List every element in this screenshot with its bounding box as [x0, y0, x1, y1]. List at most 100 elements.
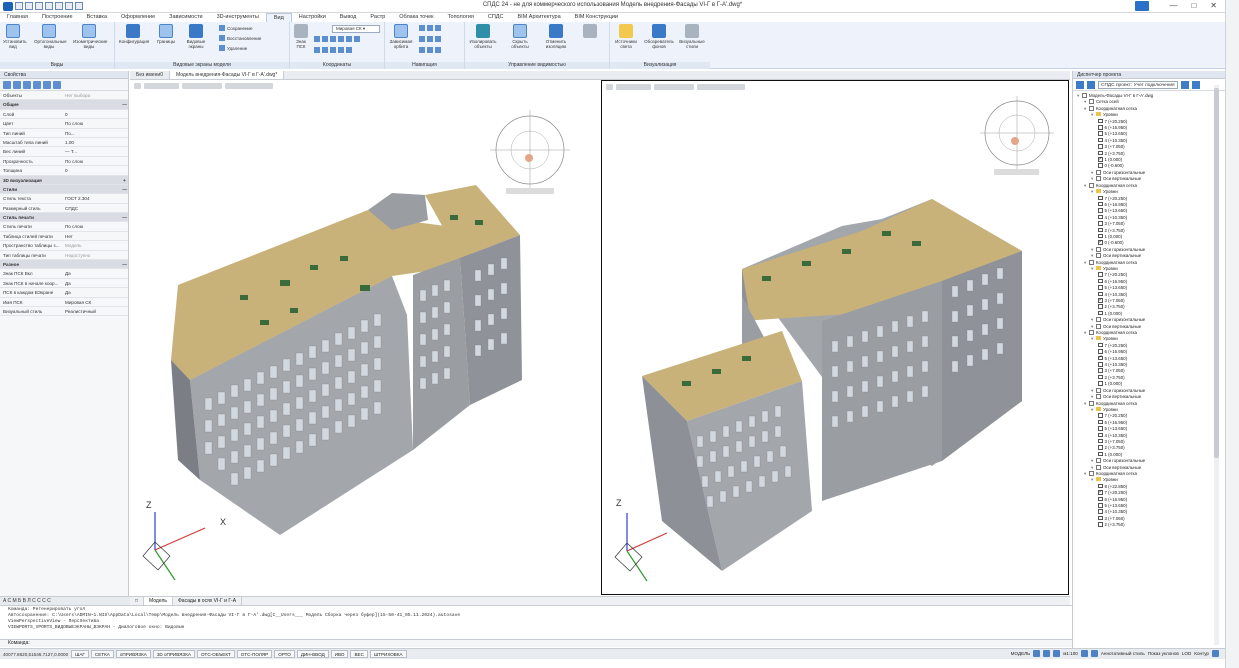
property-value[interactable]: 0	[62, 110, 128, 118]
restore-view-button[interactable]: Восстановление	[219, 35, 261, 41]
property-value[interactable]: Да	[62, 288, 128, 296]
scale-select[interactable]: м1:100	[1063, 651, 1078, 656]
help-icon[interactable]	[1135, 1, 1149, 11]
property-row[interactable]: Размерный стиль СПДС	[0, 204, 128, 214]
ribbon-tab[interactable]: Вывод	[333, 13, 364, 22]
ribbon-tab[interactable]: Вид	[265, 13, 292, 22]
level-checkbox[interactable]	[1098, 272, 1103, 277]
status-toggle-button[interactable]: ОРТО	[274, 650, 295, 658]
property-row[interactable]: ПСК в каждом ВЭкране Да	[0, 288, 128, 298]
ribbon-tab[interactable]: BIM Конструкции	[568, 13, 625, 22]
level-checkbox[interactable]	[1098, 419, 1103, 425]
project-filter-select[interactable]: СПДС проект: Учет подключения	[1098, 80, 1178, 89]
hide-button[interactable]: Скрыть объекты	[507, 24, 533, 49]
delete-view-button[interactable]: Удаление	[219, 45, 247, 51]
isolate-button[interactable]: Изолировать объекты	[468, 24, 498, 49]
projection-button[interactable]	[225, 83, 273, 89]
level-checkbox[interactable]	[1098, 445, 1103, 450]
property-value[interactable]: Реалистичный	[62, 307, 128, 315]
ribbon-tab[interactable]: Зависимости	[162, 13, 209, 22]
config-button[interactable]: Конфигурация	[119, 24, 149, 44]
view-name-button[interactable]	[616, 84, 651, 90]
level-checkbox[interactable]	[1098, 515, 1103, 521]
vp-screens-button[interactable]: Видовые экраны	[183, 24, 209, 49]
status-toggle-button[interactable]: ВЕС	[350, 650, 368, 658]
level-checkbox[interactable]	[1098, 214, 1103, 220]
level-checkbox[interactable]	[1098, 381, 1103, 386]
property-value[interactable]: — Т...	[62, 147, 128, 155]
viewport-left[interactable]: Z X	[130, 80, 599, 595]
property-row[interactable]: Объекты Нет выбора	[0, 91, 128, 101]
ucs-select[interactable]: Мировая СК ▾	[332, 25, 380, 33]
status-toggle-button[interactable]: ИВО	[330, 650, 349, 658]
property-row[interactable]: Стиль печати По слою	[0, 222, 128, 232]
property-section[interactable]: Разное —	[0, 260, 128, 270]
ribbon-tab[interactable]: BIM Архитектура	[511, 13, 568, 22]
level-checkbox[interactable]	[1098, 221, 1103, 226]
quick-select-icon[interactable]	[23, 81, 31, 89]
property-value[interactable]: —	[118, 185, 128, 193]
property-value[interactable]: 0	[62, 166, 128, 174]
level-checkbox[interactable]	[1098, 208, 1103, 213]
level-checkbox[interactable]	[1098, 125, 1103, 130]
zoom-icon[interactable]	[1080, 650, 1088, 657]
compass-widget[interactable]	[980, 96, 1054, 175]
level-checkbox[interactable]	[1098, 438, 1103, 444]
nav-tools-row[interactable]	[419, 25, 443, 31]
funnel-icon[interactable]	[53, 81, 61, 89]
ribbon-tab[interactable]: Растр	[363, 13, 392, 22]
orbit-button[interactable]: Зависимая орбита	[388, 24, 414, 49]
nav-tools-row-3[interactable]	[419, 47, 443, 53]
level-checkbox[interactable]	[1098, 150, 1103, 156]
level-checkbox[interactable]	[1098, 304, 1103, 309]
lights-button[interactable]: Источники света	[613, 24, 639, 49]
ribbon-tab[interactable]: Облака точек	[392, 13, 440, 22]
ribbon-tab[interactable]: Оформление	[114, 13, 162, 22]
status-toggle-button[interactable]: ОТС-ОБЪЕКТ	[196, 650, 235, 658]
property-row[interactable]: Визуальный стиль Реалистичный	[0, 307, 128, 317]
ucs-icon-button[interactable]: Знак ПСК	[293, 24, 309, 49]
property-value[interactable]: По слою	[62, 222, 128, 230]
ribbon-tab[interactable]: 3D-инструменты	[210, 13, 266, 22]
property-row[interactable]: Тип таблицы печати Недоступно	[0, 251, 128, 261]
property-row[interactable]: Пространство таблицы с... Модель	[0, 241, 128, 251]
property-value[interactable]: По слою	[62, 157, 128, 165]
level-checkbox[interactable]	[1098, 118, 1103, 124]
minimize-button[interactable]: —	[1169, 1, 1177, 10]
layers-icon[interactable]	[1043, 650, 1051, 657]
ribbon-tab[interactable]: Построение	[35, 13, 80, 22]
level-checkbox[interactable]	[1098, 349, 1103, 354]
level-checkbox[interactable]	[1098, 483, 1103, 489]
ucs-tools-row-2[interactable]	[314, 47, 354, 53]
set-view-button[interactable]: Установить вид	[3, 24, 27, 49]
status-toggle-button[interactable]: ОТС-ПОЛЯР	[236, 650, 273, 658]
property-row[interactable]: Знак ПСК Вкл Да	[0, 269, 128, 279]
property-row[interactable]: Имя ПСК Мировая СК	[0, 298, 128, 307]
level-checkbox[interactable]	[1098, 368, 1103, 373]
lod-toggle[interactable]: LOD	[1182, 651, 1191, 656]
level-checkbox[interactable]	[1098, 278, 1103, 284]
visual-style-button[interactable]	[654, 84, 694, 90]
layer-icon[interactable]	[43, 81, 51, 89]
property-value[interactable]: Модель	[62, 241, 128, 249]
property-value[interactable]: ГОСТ 2.304	[62, 194, 128, 202]
iso-views-button[interactable]: Изометрические виды	[73, 24, 107, 49]
property-row[interactable]: Стиль текста ГОСТ 2.304	[0, 194, 128, 204]
property-value[interactable]: Да	[62, 269, 128, 277]
viewport-menu-button[interactable]	[606, 84, 613, 90]
ucs-tools-row[interactable]	[314, 36, 362, 42]
viewport-right[interactable]: Z	[601, 80, 1069, 595]
ribbon-tab[interactable]: Настройки	[292, 13, 333, 22]
visibility-extra-button[interactable]	[580, 24, 600, 39]
status-toggle-button[interactable]: оПРИВЯЗКА	[115, 650, 151, 658]
status-toggle-button[interactable]: ШАГ	[71, 650, 89, 658]
bounds-button[interactable]: Границы	[155, 24, 177, 44]
nav-tools-row-2[interactable]	[419, 36, 443, 42]
level-checkbox[interactable]	[1098, 489, 1103, 495]
tree-filter-icon[interactable]	[1087, 80, 1095, 89]
level-checkbox[interactable]	[1098, 342, 1103, 348]
level-checkbox[interactable]	[1098, 522, 1103, 527]
doc-tab-untitled[interactable]: Без имени0	[130, 71, 170, 79]
contour-toggle[interactable]: Контур	[1194, 651, 1209, 656]
level-checkbox[interactable]	[1098, 362, 1103, 367]
